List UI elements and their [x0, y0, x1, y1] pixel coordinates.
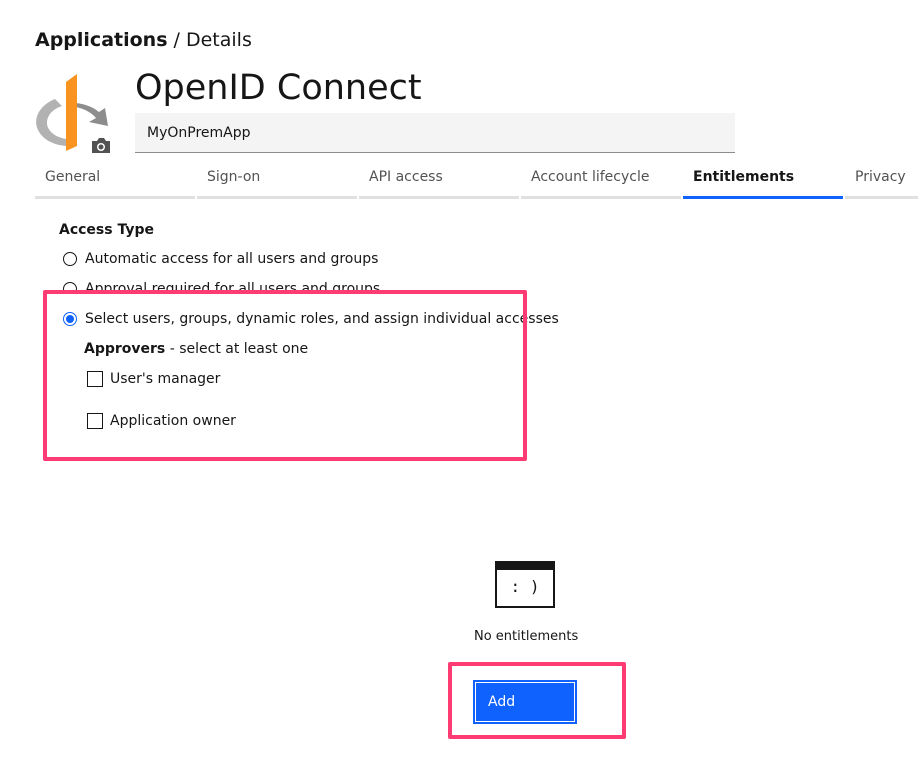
- tab-entitlements[interactable]: Entitlements: [683, 160, 843, 199]
- radio-button-checked[interactable]: [63, 312, 77, 326]
- radio-button[interactable]: [63, 252, 77, 266]
- radio-button[interactable]: [63, 282, 77, 293]
- camera-icon[interactable]: [91, 137, 111, 154]
- approvers-label: Approvers - select at least one: [84, 340, 308, 358]
- breadcrumb: Applications / Details: [35, 28, 252, 52]
- app-name-input[interactable]: [135, 113, 735, 153]
- radio-label: Approval required for all users and grou…: [85, 281, 381, 293]
- access-type-heading: Access Type: [59, 222, 154, 238]
- empty-state-message: No entitlements: [474, 629, 579, 644]
- radio-approval-required-clip: Approval required for all users and grou…: [63, 279, 513, 293]
- breadcrumb-applications-link[interactable]: Applications: [35, 29, 168, 51]
- tab-sign-on[interactable]: Sign-on: [197, 160, 357, 199]
- radio-automatic-access[interactable]: Automatic access for all users and group…: [63, 249, 378, 269]
- checkbox-users-manager[interactable]: User's manager: [87, 370, 220, 388]
- radio-label: Select users, groups, dynamic roles, and…: [85, 311, 559, 327]
- checkbox-application-owner[interactable]: Application owner: [87, 412, 236, 430]
- approvers-title: Approvers: [84, 341, 166, 357]
- radio-approval-required[interactable]: Approval required for all users and grou…: [63, 279, 380, 293]
- tab-api-access[interactable]: API access: [359, 160, 519, 199]
- app-title: OpenID Connect: [135, 68, 422, 108]
- breadcrumb-current: Details: [185, 29, 252, 51]
- tab-general[interactable]: General: [35, 160, 195, 199]
- tab-account-lifecycle[interactable]: Account lifecycle: [521, 160, 681, 199]
- tab-privacy[interactable]: Privacy: [845, 160, 918, 199]
- radio-select-users[interactable]: Select users, groups, dynamic roles, and…: [63, 309, 559, 329]
- checkbox[interactable]: [87, 371, 103, 387]
- checkbox-label: User's manager: [110, 371, 221, 387]
- radio-label: Automatic access for all users and group…: [85, 251, 379, 267]
- checkbox[interactable]: [87, 413, 103, 429]
- tab-bar: General Sign-on API access Account lifec…: [35, 160, 918, 200]
- add-button[interactable]: Add: [473, 680, 577, 724]
- checkbox-label: Application owner: [110, 413, 236, 429]
- empty-state-icon: : ): [495, 561, 555, 608]
- breadcrumb-separator: /: [167, 29, 186, 51]
- approvers-hint: - select at least one: [165, 341, 309, 357]
